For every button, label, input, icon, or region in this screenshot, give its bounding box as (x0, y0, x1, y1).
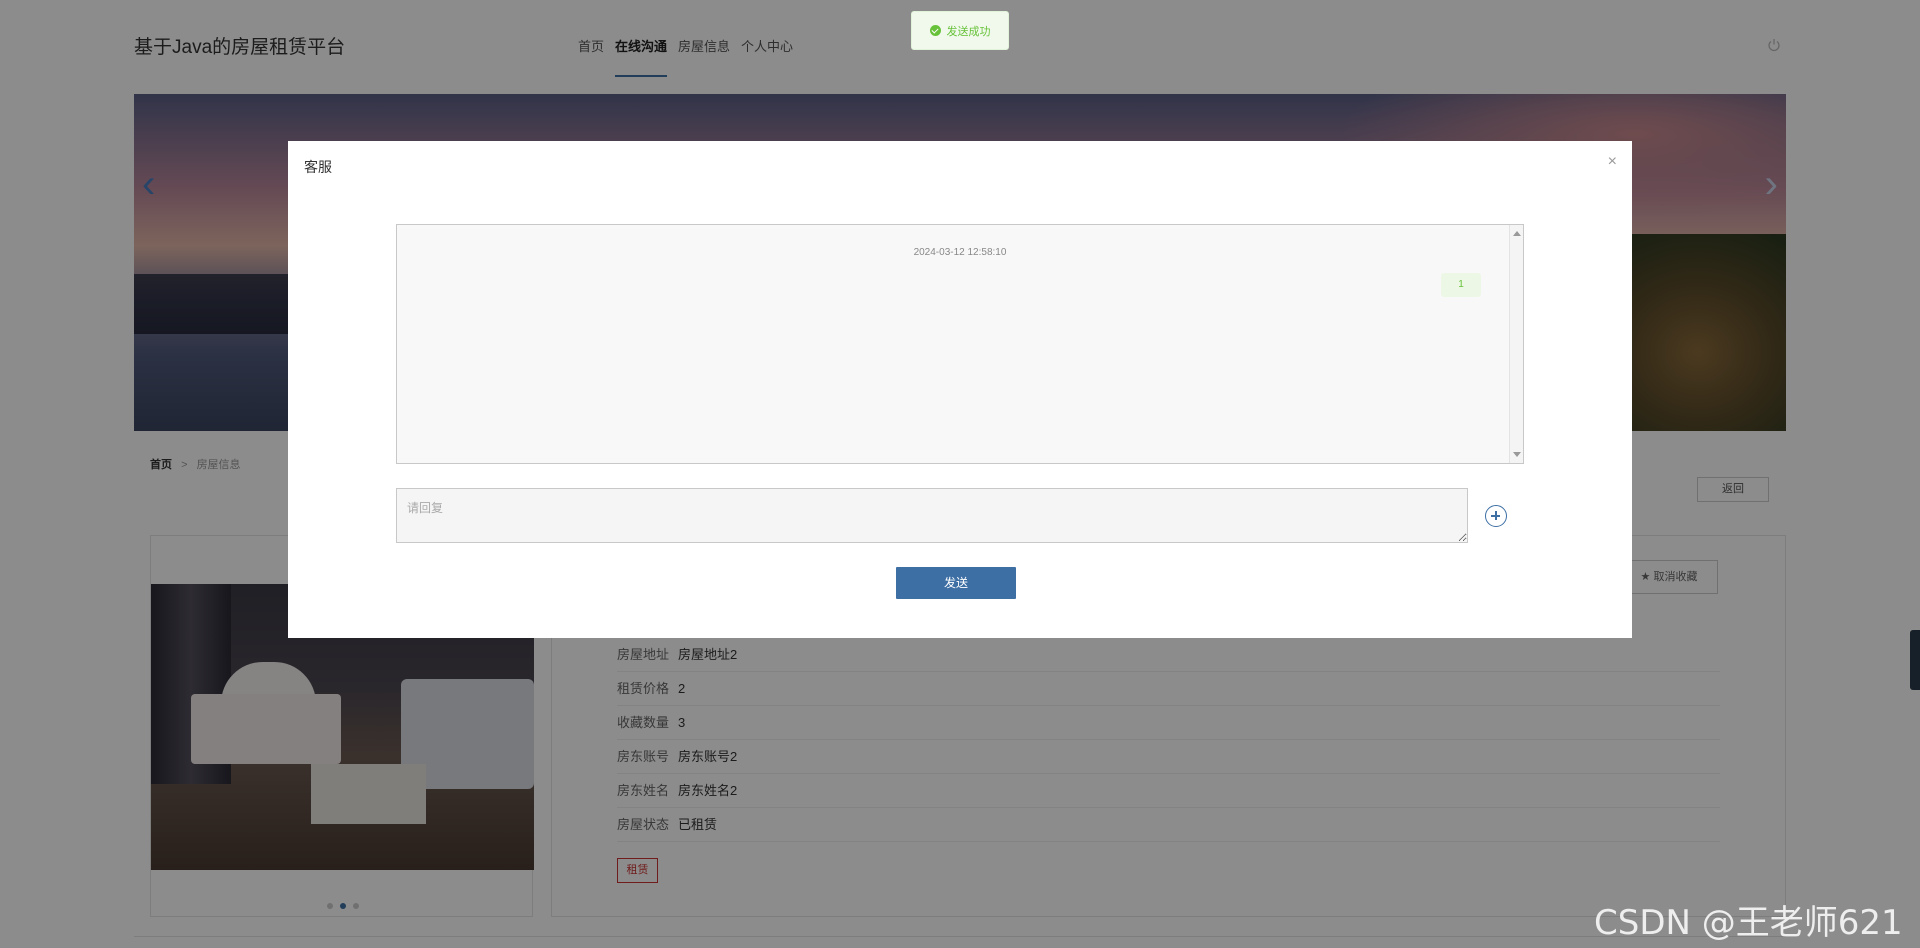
watermark: CSDN @王老师621 (1594, 903, 1903, 943)
toast-message: 发送成功 (946, 25, 991, 38)
send-button[interactable]: 发送 (896, 567, 1016, 599)
success-toast: 发送成功 (911, 11, 1009, 50)
check-circle-icon (929, 25, 941, 36)
chat-scrollbar[interactable] (1509, 225, 1523, 463)
reply-input[interactable] (396, 488, 1468, 543)
dialog-title: 客服 (304, 159, 332, 175)
close-icon[interactable]: × (1608, 154, 1617, 170)
plus-circle-icon[interactable] (1485, 505, 1507, 527)
message-timestamp: 2024-03-12 12:58:10 (913, 247, 1007, 258)
scroll-up-icon[interactable] (1513, 231, 1521, 236)
message-bubble: 1 (1441, 273, 1481, 297)
chat-history[interactable]: 2024-03-12 12:58:10 1 (396, 224, 1524, 464)
customer-service-dialog: 客服 × 2024-03-12 12:58:10 1 发送 (288, 141, 1632, 638)
scroll-down-icon[interactable] (1513, 452, 1521, 457)
